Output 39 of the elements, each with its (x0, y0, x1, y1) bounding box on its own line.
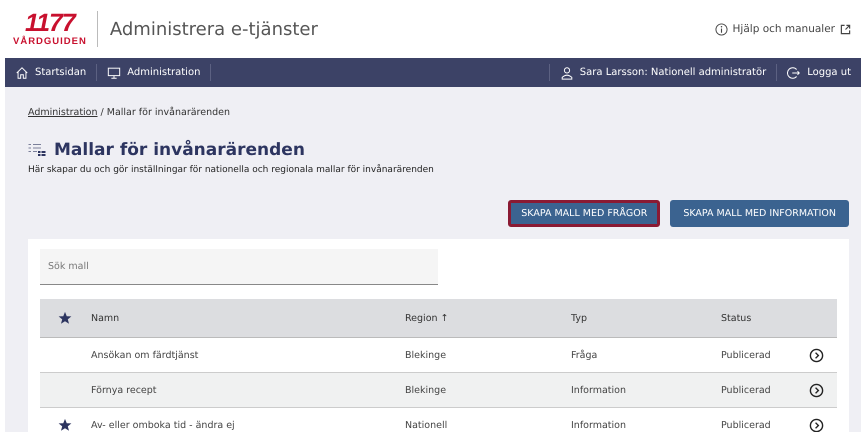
nav-link[interactable]: Logga ut (807, 67, 851, 78)
chevron-circle-icon[interactable] (809, 348, 824, 362)
logo-wordmark: VÅRDGUIDEN (13, 37, 87, 47)
table-cell: Blekinge (404, 372, 570, 408)
app-title: Administrera e-tjänster (110, 18, 319, 40)
table-cell: Nationell (404, 408, 570, 432)
table-cell: Publicerad (720, 408, 808, 432)
column-header[interactable]: Typ (570, 299, 720, 338)
logo-number: 1177 (25, 11, 75, 36)
search-field[interactable]: Sök mall (40, 249, 438, 285)
chevron-circle-icon[interactable] (809, 418, 824, 432)
create-template-button[interactable]: SKAPA MALL MED INFORMATION (670, 200, 849, 227)
breadcrumb-link[interactable]: Administration (28, 107, 98, 118)
table-cell: Förnya recept (90, 372, 404, 408)
column-header[interactable]: Region ↑ (404, 299, 570, 338)
chevron-circle-icon[interactable] (809, 382, 824, 398)
column-header[interactable]: Status (720, 299, 808, 338)
favorite-header-star-icon (58, 311, 72, 325)
home-icon (15, 66, 29, 80)
table-cell: Av- eller omboka tid - ändra ej (90, 408, 404, 432)
table-cell: Publicerad (720, 372, 808, 408)
breadcrumb-current: / Mallar för invånarärenden (100, 107, 230, 118)
nav-link[interactable]: Startsidan (35, 67, 86, 78)
page-description: Här skapar du och gör inställningar för nationella och regionala mallar för invånarärenden (28, 165, 435, 175)
page-title: Mallar för invånarärenden (54, 140, 305, 160)
help-link[interactable]: Hjälp och manualer (732, 23, 835, 35)
user-icon (560, 66, 574, 80)
column-header[interactable]: Namn (90, 299, 404, 338)
star-icon (58, 418, 72, 432)
logout-icon (787, 66, 802, 80)
create-template-button[interactable]: SKAPA MALL MED FRÅGOR (508, 200, 660, 227)
list-icon (28, 143, 46, 157)
nav-link[interactable]: Administration (127, 67, 200, 78)
table-cell: Information (570, 408, 720, 432)
monitor-icon (107, 66, 122, 80)
table-cell: Information (570, 372, 720, 408)
nav-link[interactable]: Sara Larsson: Nationell administratör (580, 67, 766, 78)
external-link-icon (840, 24, 851, 34)
info-icon (714, 22, 728, 36)
